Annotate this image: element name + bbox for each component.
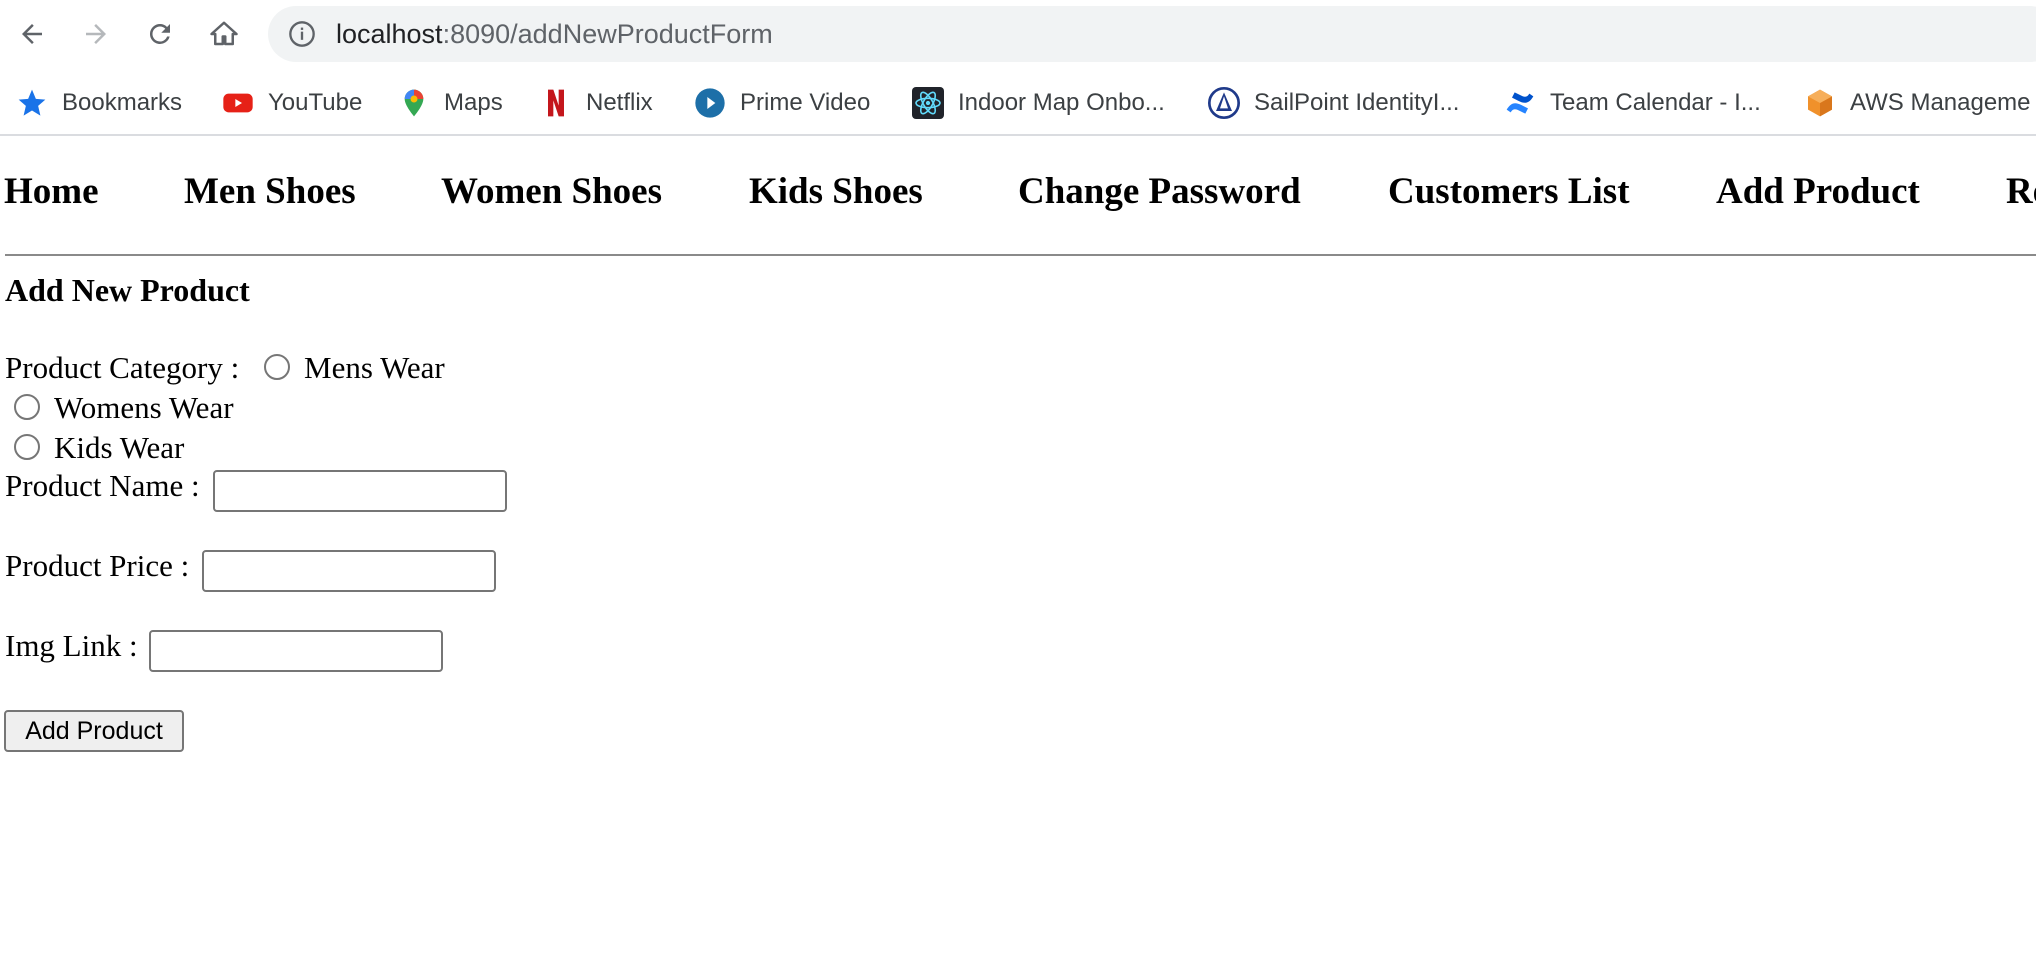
bookmark-bookmarks[interactable]: Bookmarks — [16, 78, 182, 128]
nav-add-product[interactable]: Add Product — [1716, 170, 1920, 213]
radio-mens-wear[interactable] — [264, 354, 290, 380]
sailpoint-icon — [1208, 87, 1240, 119]
maps-pin-icon — [398, 87, 430, 119]
page-content: Home Men Shoes Women Shoes Kids Shoes Ch… — [0, 136, 2036, 980]
forward-arrow-icon — [86, 24, 106, 44]
product-price-label: Product Price : — [5, 548, 190, 583]
nav-home[interactable]: Home — [4, 170, 99, 213]
bookmark-maps[interactable]: Maps — [398, 78, 503, 128]
forward-button[interactable] — [76, 14, 116, 54]
nav-truncated-item[interactable]: Re — [2006, 170, 2036, 213]
bookmark-indoor-map[interactable]: Indoor Map Onbo... — [912, 78, 1165, 128]
radio-womens-wear[interactable] — [14, 394, 40, 420]
bookmark-label: SailPoint IdentityI... — [1254, 89, 1460, 116]
option-womens-wear: Womens Wear — [54, 390, 234, 425]
nav-kids-shoes[interactable]: Kids Shoes — [749, 170, 923, 213]
bookmark-label: YouTube — [268, 89, 363, 116]
bookmark-label: AWS Manageme — [1850, 89, 2031, 116]
bookmark-sailpoint[interactable]: SailPoint IdentityI... — [1208, 78, 1459, 128]
youtube-icon — [222, 87, 254, 119]
bookmark-netflix[interactable]: Netflix — [540, 78, 653, 128]
option-mens-wear: Mens Wear — [304, 350, 445, 385]
form-title: Add New Product — [5, 272, 250, 308]
img-link-input[interactable] — [149, 630, 443, 672]
bookmark-aws[interactable]: AWS Manageme — [1804, 78, 2031, 128]
info-icon[interactable] — [288, 20, 316, 48]
prime-video-icon — [694, 87, 726, 119]
bookmark-team-calendar[interactable]: Team Calendar - I... — [1504, 78, 1761, 128]
img-link-label: Img Link : — [5, 628, 138, 663]
bookmark-label: Indoor Map Onbo... — [958, 89, 1165, 116]
nav-change-password[interactable]: Change Password — [1018, 170, 1301, 213]
url-path: :8090/addNewProductForm — [442, 19, 773, 49]
star-icon — [16, 87, 48, 119]
url-text[interactable]: localhost:8090/addNewProductForm — [336, 19, 773, 50]
home-button[interactable] — [204, 14, 244, 54]
reload-icon — [149, 23, 170, 44]
browser-toolbar: localhost:8090/addNewProductForm — [0, 0, 2036, 70]
bookmarks-bar: Bookmarks YouTube Maps Netflix Prime Vid… — [0, 78, 2036, 128]
bookmark-label: Prime Video — [740, 89, 871, 116]
product-price-input[interactable] — [202, 550, 496, 592]
bookmark-label: Netflix — [586, 89, 653, 116]
nav-divider — [5, 254, 2036, 256]
product-name-input[interactable] — [213, 470, 507, 512]
bookmark-label: Bookmarks — [62, 89, 183, 116]
home-icon — [210, 21, 238, 46]
radio-kids-wear[interactable] — [14, 434, 40, 460]
back-arrow-icon — [22, 24, 42, 44]
address-bar[interactable]: localhost:8090/addNewProductForm — [268, 6, 2036, 62]
netflix-icon — [540, 87, 572, 119]
url-host: localhost — [336, 19, 443, 49]
nav-men-shoes[interactable]: Men Shoes — [184, 170, 356, 213]
bookmark-prime-video[interactable]: Prime Video — [694, 78, 870, 128]
bookmark-label: Team Calendar - I... — [1550, 89, 1761, 116]
bookmark-label: Maps — [444, 89, 503, 116]
bookmark-youtube[interactable]: YouTube — [222, 78, 362, 128]
product-name-label: Product Name : — [5, 468, 200, 503]
category-label: Product Category : — [5, 350, 240, 385]
nav-women-shoes[interactable]: Women Shoes — [441, 170, 662, 213]
option-kids-wear: Kids Wear — [54, 430, 185, 465]
confluence-icon — [1504, 87, 1536, 119]
reload-button[interactable] — [140, 14, 180, 54]
add-product-button[interactable]: Add Product — [4, 710, 184, 752]
nav-customers-list[interactable]: Customers List — [1388, 170, 1630, 213]
back-button[interactable] — [12, 14, 52, 54]
react-atom-icon — [912, 87, 944, 119]
aws-cube-icon — [1804, 87, 1836, 119]
